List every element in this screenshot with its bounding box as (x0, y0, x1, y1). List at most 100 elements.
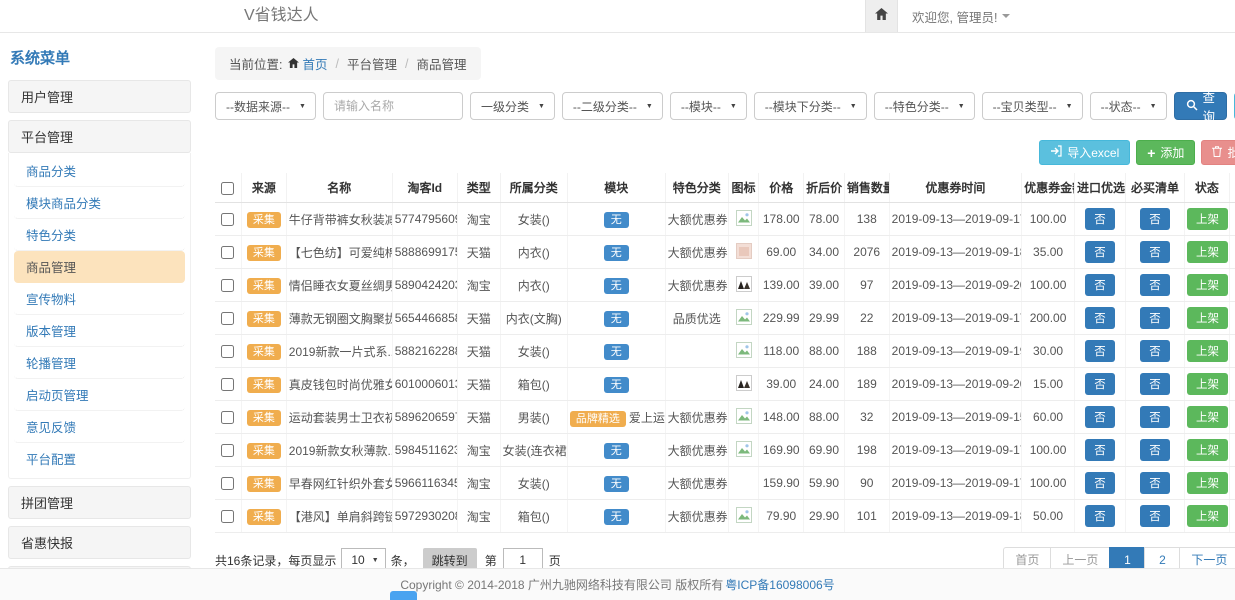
operations-cell: ✎ (1229, 500, 1235, 533)
must-buy-toggle[interactable]: 否 (1140, 472, 1170, 494)
row-checkbox[interactable] (221, 378, 234, 391)
sidebar-item[interactable]: 轮播管理 (14, 347, 185, 379)
sidebar-group[interactable]: 平台管理 (8, 120, 191, 153)
sidebar-item[interactable]: 启动页管理 (14, 379, 185, 411)
sidebar-item[interactable]: 模块商品分类 (14, 187, 185, 219)
import-select-toggle[interactable]: 否 (1085, 505, 1115, 527)
sidebar-group[interactable]: 拼团管理 (8, 486, 191, 519)
import-select-cell: 否 (1075, 236, 1126, 269)
module-sub-category-select[interactable]: --模块下分类--▼ (754, 92, 867, 120)
row-checkbox[interactable] (221, 312, 234, 325)
sidebar-item[interactable]: 特色分类 (14, 219, 185, 251)
row-checkbox[interactable] (221, 213, 234, 226)
module-cell: 无 (567, 236, 665, 269)
row-checkbox[interactable] (221, 279, 234, 292)
price-cell: 79.90 (759, 500, 804, 533)
level1-category-select[interactable]: 一级分类▼ (470, 92, 555, 120)
sidebar-item[interactable]: 意见反馈 (14, 411, 185, 443)
item-type-select[interactable]: --宝贝类型--▼ (982, 92, 1083, 120)
must-buy-toggle[interactable]: 否 (1140, 307, 1170, 329)
import-select-toggle[interactable]: 否 (1085, 406, 1115, 428)
feature-category-cell: 品质优选 (665, 302, 728, 335)
must-buy-toggle[interactable]: 否 (1140, 274, 1170, 296)
must-buy-toggle[interactable]: 否 (1140, 340, 1170, 362)
status-button[interactable]: 上架 (1187, 505, 1228, 527)
status-button[interactable]: 上架 (1187, 274, 1228, 296)
import-select-toggle[interactable]: 否 (1085, 208, 1115, 230)
import-select-toggle[interactable]: 否 (1085, 274, 1115, 296)
name-input[interactable] (323, 92, 463, 120)
row-checkbox[interactable] (221, 246, 234, 259)
status-button[interactable]: 上架 (1187, 241, 1228, 263)
home-icon (875, 7, 888, 25)
type-cell: 天猫 (457, 302, 500, 335)
must-buy-toggle[interactable]: 否 (1140, 505, 1170, 527)
sidebar-group[interactable]: 省惠快报 (8, 526, 191, 559)
source-cell: 采集 (241, 335, 286, 368)
sidebar-item[interactable]: 平台配置 (14, 443, 185, 474)
import-select-toggle[interactable]: 否 (1085, 340, 1115, 362)
row-checkbox[interactable] (221, 477, 234, 490)
status-select[interactable]: --状态--▼ (1090, 92, 1167, 120)
jump-button[interactable]: 跳转到 (423, 548, 477, 569)
select-all-checkbox[interactable] (221, 182, 234, 195)
price-cell: 69.00 (759, 236, 804, 269)
import-select-toggle[interactable]: 否 (1085, 472, 1115, 494)
status-button[interactable]: 上架 (1187, 439, 1228, 461)
row-checkbox[interactable] (221, 345, 234, 358)
row-checkbox[interactable] (221, 444, 234, 457)
must-buy-toggle[interactable]: 否 (1140, 439, 1170, 461)
column-header: 优惠券时间 (889, 173, 1021, 203)
status-button[interactable]: 上架 (1187, 307, 1228, 329)
home-button[interactable] (865, 0, 898, 32)
import-excel-button[interactable]: 导入excel (1039, 140, 1130, 165)
status-button[interactable]: 上架 (1187, 373, 1228, 395)
import-select-toggle[interactable]: 否 (1085, 307, 1115, 329)
data-source-select[interactable]: --数据来源--▼ (215, 92, 316, 120)
add-button[interactable]: + 添加 (1136, 140, 1195, 165)
product-thumbnail (736, 413, 752, 427)
breadcrumb-home-link[interactable]: 首页 (302, 54, 327, 73)
row-checkbox[interactable] (221, 510, 234, 523)
icp-link[interactable]: 粤ICP备16098006号 (725, 576, 834, 593)
must-buy-toggle[interactable]: 否 (1140, 208, 1170, 230)
import-select-toggle[interactable]: 否 (1085, 373, 1115, 395)
sidebar-item[interactable]: 商品管理 (14, 251, 185, 283)
user-menu[interactable]: 欢迎您, 管理员! (912, 7, 1010, 26)
status-cell: 上架 (1185, 269, 1230, 302)
per-page-select[interactable]: 10 ▼ (341, 548, 385, 568)
status-button[interactable]: 上架 (1187, 406, 1228, 428)
module-cell: 无 (567, 203, 665, 236)
import-select-toggle[interactable]: 否 (1085, 241, 1115, 263)
discount-price-cell: 29.99 (804, 302, 845, 335)
select-value: --宝贝类型-- (993, 98, 1057, 115)
sidebar-item[interactable]: 商品分类 (14, 155, 185, 187)
import-select-toggle[interactable]: 否 (1085, 439, 1115, 461)
feature-category-select[interactable]: --特色分类--▼ (874, 92, 975, 120)
source-cell: 采集 (241, 434, 286, 467)
sidebar-item[interactable]: 宣传物料 (14, 283, 185, 315)
status-button[interactable]: 上架 (1187, 340, 1228, 362)
source-cell: 采集 (241, 500, 286, 533)
coupon-time-cell: 2019-09-13—2019-09-17 (889, 434, 1021, 467)
sidebar-item[interactable]: 版本管理 (14, 315, 185, 347)
page-number-input[interactable] (503, 548, 543, 568)
page-button[interactable]: 上一页 (1050, 547, 1110, 568)
page-button[interactable]: 2 (1144, 547, 1180, 568)
must-buy-toggle[interactable]: 否 (1140, 373, 1170, 395)
module-select[interactable]: --模块--▼ (670, 92, 747, 120)
level2-category-select[interactable]: --二级分类--▼ (562, 92, 663, 120)
batch-delete-button[interactable]: 批量删除 (1201, 140, 1235, 165)
taoke-id-cell: 601000601341 (392, 368, 457, 401)
status-button[interactable]: 上架 (1187, 208, 1228, 230)
page-button[interactable]: 下一页 (1179, 547, 1235, 568)
must-buy-toggle[interactable]: 否 (1140, 241, 1170, 263)
page-button[interactable]: 首页 (1003, 547, 1051, 568)
must-buy-toggle[interactable]: 否 (1140, 406, 1170, 428)
chevron-down-icon: ▼ (646, 103, 653, 110)
page-button[interactable]: 1 (1109, 547, 1145, 568)
row-checkbox[interactable] (221, 411, 234, 424)
status-button[interactable]: 上架 (1187, 472, 1228, 494)
search-button[interactable]: 查询 (1174, 92, 1228, 120)
sidebar-group[interactable]: 用户管理 (8, 80, 191, 113)
